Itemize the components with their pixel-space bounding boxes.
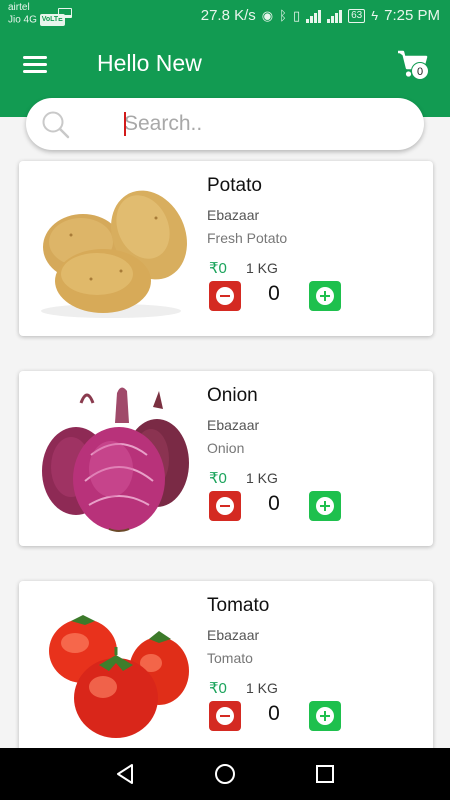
product-seller: Ebazaar	[207, 627, 260, 643]
laptop-icon	[58, 8, 72, 18]
product-card-tomato[interactable]: Tomato Ebazaar Tomato ₹0 1 KG 0	[19, 581, 433, 756]
potato-image	[41, 190, 187, 318]
product-card-onion[interactable]: Onion Ebazaar Onion ₹0 1 KG 0	[19, 371, 433, 546]
status-bar: airtel Jio 4G VoLTE 27.8 K/s ◉ ᛒ ▯ 63 ϟ …	[0, 0, 450, 32]
carrier-info: airtel Jio 4G VoLTE	[8, 2, 65, 27]
increase-quantity-button[interactable]	[309, 491, 341, 521]
minus-icon	[216, 707, 234, 725]
product-description: Onion	[207, 440, 245, 456]
product-seller: Ebazaar	[207, 207, 260, 223]
hotspot-icon: ◉	[261, 7, 274, 23]
decrease-quantity-button[interactable]	[209, 491, 241, 521]
back-icon[interactable]	[113, 762, 137, 786]
quantity-value: 0	[268, 492, 280, 515]
cart-count-badge: 0	[411, 62, 429, 80]
product-price: ₹0	[209, 470, 227, 487]
menu-icon[interactable]	[23, 54, 47, 74]
product-price: ₹0	[209, 680, 227, 697]
plus-icon	[316, 497, 334, 515]
battery-icon: 63	[348, 8, 366, 23]
product-card-potato[interactable]: Potato Ebazaar Fresh Potato ₹0 1 KG 0	[19, 161, 433, 336]
signal-4g-icon	[327, 9, 343, 23]
page-title: Hello New	[97, 50, 202, 76]
home-icon[interactable]	[213, 762, 237, 786]
product-seller: Ebazaar	[207, 417, 260, 433]
signal-icon	[306, 9, 322, 23]
product-unit: 1 KG	[246, 470, 278, 486]
product-name: Tomato	[207, 595, 270, 616]
quantity-value: 0	[268, 282, 280, 305]
product-price: ₹0	[209, 260, 227, 277]
decrease-quantity-button[interactable]	[209, 281, 241, 311]
cart-button[interactable]: 0	[396, 46, 432, 82]
product-unit: 1 KG	[246, 260, 278, 276]
decrease-quantity-button[interactable]	[209, 701, 241, 731]
product-unit: 1 KG	[246, 680, 278, 696]
product-description: Tomato	[207, 650, 253, 666]
carrier-airtel: airtel	[8, 2, 30, 13]
product-description: Fresh Potato	[207, 230, 288, 246]
bluetooth-icon: ᛒ	[279, 8, 287, 23]
vibrate-icon: ▯	[292, 7, 301, 23]
recents-icon[interactable]	[313, 762, 337, 786]
quantity-value: 0	[268, 702, 280, 725]
charging-icon: ϟ	[371, 8, 379, 23]
search-input[interactable]	[124, 108, 404, 140]
increase-quantity-button[interactable]	[309, 701, 341, 731]
system-nav-bar	[0, 748, 450, 800]
increase-quantity-button[interactable]	[309, 281, 341, 311]
search-bar	[26, 98, 424, 150]
product-name: Potato	[207, 175, 262, 196]
text-cursor	[124, 112, 126, 136]
product-name: Onion	[207, 385, 258, 406]
search-icon	[42, 111, 70, 139]
onion-image	[42, 387, 189, 532]
tomato-image	[49, 615, 189, 738]
plus-icon	[316, 707, 334, 725]
plus-icon	[316, 287, 334, 305]
minus-icon	[216, 497, 234, 515]
network-speed: 27.8 K/s	[200, 7, 256, 24]
minus-icon	[216, 287, 234, 305]
carrier-jio: Jio 4G	[8, 14, 37, 26]
clock: 7:25 PM	[384, 7, 440, 24]
